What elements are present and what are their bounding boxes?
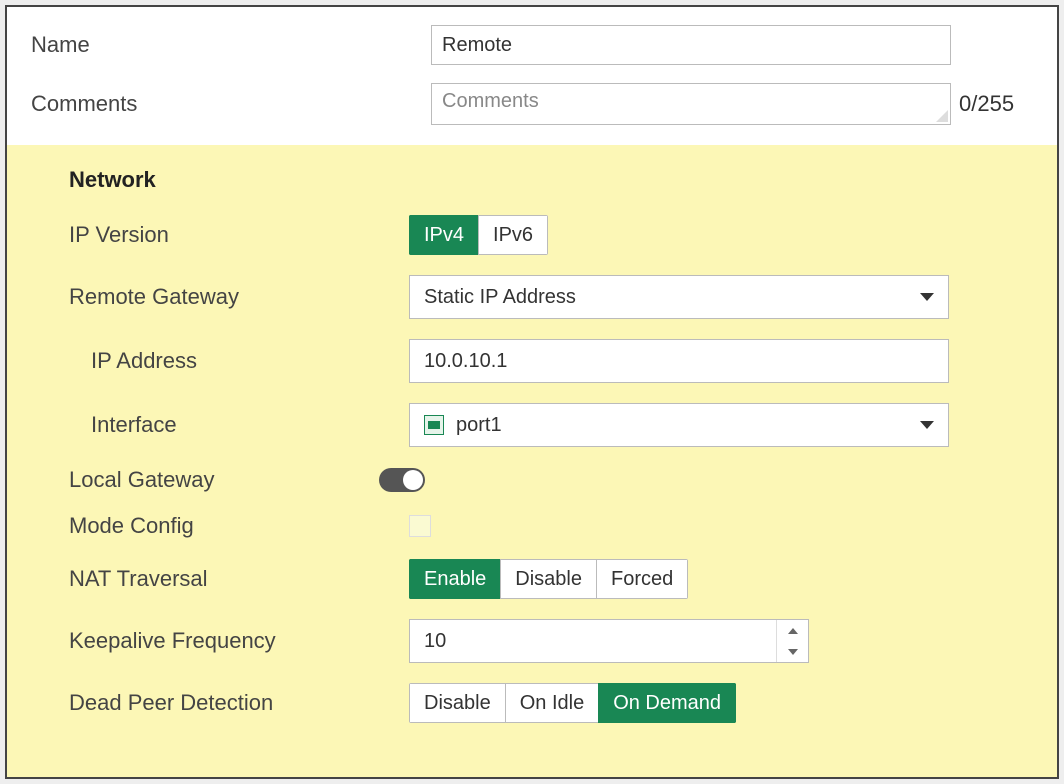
interface-label: Interface: [69, 412, 409, 438]
ip-version-label: IP Version: [69, 222, 409, 248]
dpd-label: Dead Peer Detection: [69, 690, 409, 716]
settings-panel: Name Remote Comments Comments 0/255 Netw…: [5, 5, 1059, 779]
chevron-down-icon: [920, 293, 934, 301]
dpd-onidle-button[interactable]: On Idle: [505, 683, 599, 723]
name-label: Name: [31, 32, 431, 58]
ip-address-value: 10.0.10.1: [424, 350, 507, 373]
nat-forced-button[interactable]: Forced: [596, 559, 688, 599]
comments-placeholder: Comments: [442, 90, 539, 112]
keepalive-value: 10: [410, 620, 776, 662]
keepalive-stepper[interactable]: 10: [409, 619, 809, 663]
stepper-up-icon[interactable]: [777, 620, 808, 641]
interface-select[interactable]: port1: [409, 403, 949, 447]
comments-label: Comments: [31, 91, 431, 117]
ip-address-input[interactable]: 10.0.10.1: [409, 339, 949, 383]
network-section: Network IP Version IPv4 IPv6 Remote Gate…: [7, 145, 1057, 777]
interface-value: port1: [456, 414, 502, 437]
dpd-toggle-group: Disable On Idle On Demand: [409, 683, 736, 723]
comments-textarea[interactable]: Comments: [431, 83, 951, 125]
ip-version-toggle-group: IPv4 IPv6: [409, 215, 548, 255]
nat-disable-button[interactable]: Disable: [500, 559, 597, 599]
nat-traversal-toggle-group: Enable Disable Forced: [409, 559, 688, 599]
nat-traversal-label: NAT Traversal: [69, 566, 409, 592]
mode-config-label: Mode Config: [69, 513, 409, 539]
ip-version-ipv6-button[interactable]: IPv6: [478, 215, 548, 255]
name-input[interactable]: Remote: [431, 25, 951, 65]
chevron-down-icon: [920, 421, 934, 429]
mode-config-checkbox[interactable]: [409, 515, 431, 537]
resize-grip-icon[interactable]: [936, 110, 948, 122]
toggle-knob: [403, 470, 423, 490]
ip-address-label: IP Address: [69, 348, 409, 374]
header-fields: Name Remote Comments Comments 0/255: [7, 7, 1057, 145]
local-gateway-toggle[interactable]: [379, 468, 425, 492]
remote-gateway-select[interactable]: Static IP Address: [409, 275, 949, 319]
remote-gateway-label: Remote Gateway: [69, 284, 409, 310]
dpd-ondemand-button[interactable]: On Demand: [598, 683, 736, 723]
comments-counter: 0/255: [959, 91, 1014, 117]
network-section-title: Network: [69, 167, 1033, 193]
nat-enable-button[interactable]: Enable: [409, 559, 501, 599]
stepper-down-icon[interactable]: [777, 641, 808, 662]
remote-gateway-value: Static IP Address: [424, 286, 576, 309]
ip-version-ipv4-button[interactable]: IPv4: [409, 215, 479, 255]
local-gateway-label: Local Gateway: [69, 467, 379, 493]
dpd-disable-button[interactable]: Disable: [409, 683, 506, 723]
keepalive-label: Keepalive Frequency: [69, 628, 409, 654]
port-icon: [424, 415, 444, 435]
